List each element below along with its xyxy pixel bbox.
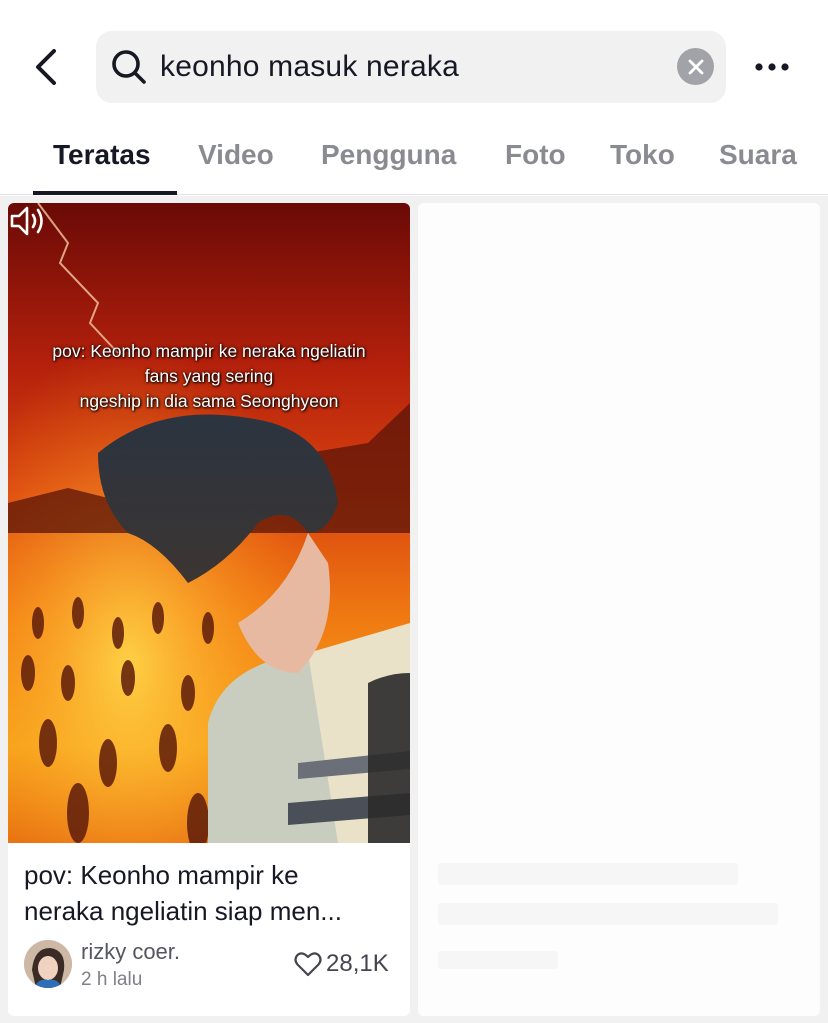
video-title-line: neraka ngeliatin siap men... — [24, 896, 342, 926]
close-icon — [688, 59, 703, 74]
tab-toko[interactable]: Toko — [610, 139, 675, 171]
avatar[interactable] — [24, 940, 72, 988]
like-count: 28,1K — [326, 950, 389, 977]
chevron-left-icon — [36, 49, 56, 85]
video-thumbnail[interactable]: pov: Keonho mampir ke neraka ngeliatin f… — [8, 203, 410, 843]
heart-icon — [294, 952, 322, 977]
video-overlay-caption: pov: Keonho mampir ke neraka ngeliatin f… — [8, 339, 410, 414]
speaker-icon[interactable] — [8, 203, 48, 239]
search-query-text: keonho masuk neraka — [160, 50, 459, 83]
caption-line: fans yang sering — [144, 366, 274, 386]
caption-line: pov: Keonho mampir ke neraka ngeliatin — [52, 341, 366, 361]
more-horizontal-icon — [755, 63, 789, 71]
loading-placeholder — [418, 203, 820, 1016]
tab-teratas[interactable]: Teratas — [53, 139, 151, 171]
video-card[interactable]: pov: Keonho mampir ke neraka ngeliatin f… — [8, 203, 410, 1016]
tab-foto[interactable]: Foto — [505, 139, 566, 171]
search-icon — [112, 50, 146, 84]
tab-video[interactable]: Video — [198, 139, 274, 171]
avatar-image — [24, 940, 72, 988]
tab-suara[interactable]: Suara — [719, 139, 797, 171]
like-button[interactable]: 28,1K — [294, 950, 389, 978]
active-tab-indicator — [33, 191, 177, 195]
back-button[interactable] — [26, 44, 66, 90]
video-title[interactable]: pov: Keonho mampir ke neraka ngeliatin s… — [24, 857, 396, 929]
video-title-line: pov: Keonho mampir ke — [24, 860, 299, 890]
thumbnail-image — [8, 203, 410, 843]
top-bar: keonho masuk neraka — [0, 0, 828, 125]
post-time: 2 h lalu — [81, 969, 143, 990]
placeholder-line — [438, 903, 778, 925]
author-name[interactable]: rizky coer. — [81, 939, 180, 965]
video-card-placeholder[interactable] — [418, 203, 820, 1016]
search-tabs: Teratas Video Pengguna Foto Toko Suara — [0, 125, 828, 195]
placeholder-line — [438, 863, 738, 885]
tab-pengguna[interactable]: Pengguna — [321, 139, 456, 171]
search-input[interactable]: keonho masuk neraka — [96, 31, 726, 103]
placeholder-line — [438, 951, 558, 969]
clear-search-button[interactable] — [677, 48, 714, 85]
more-options-button[interactable] — [748, 48, 796, 86]
caption-line: ngeship in dia sama Seonghyeon — [79, 391, 339, 411]
